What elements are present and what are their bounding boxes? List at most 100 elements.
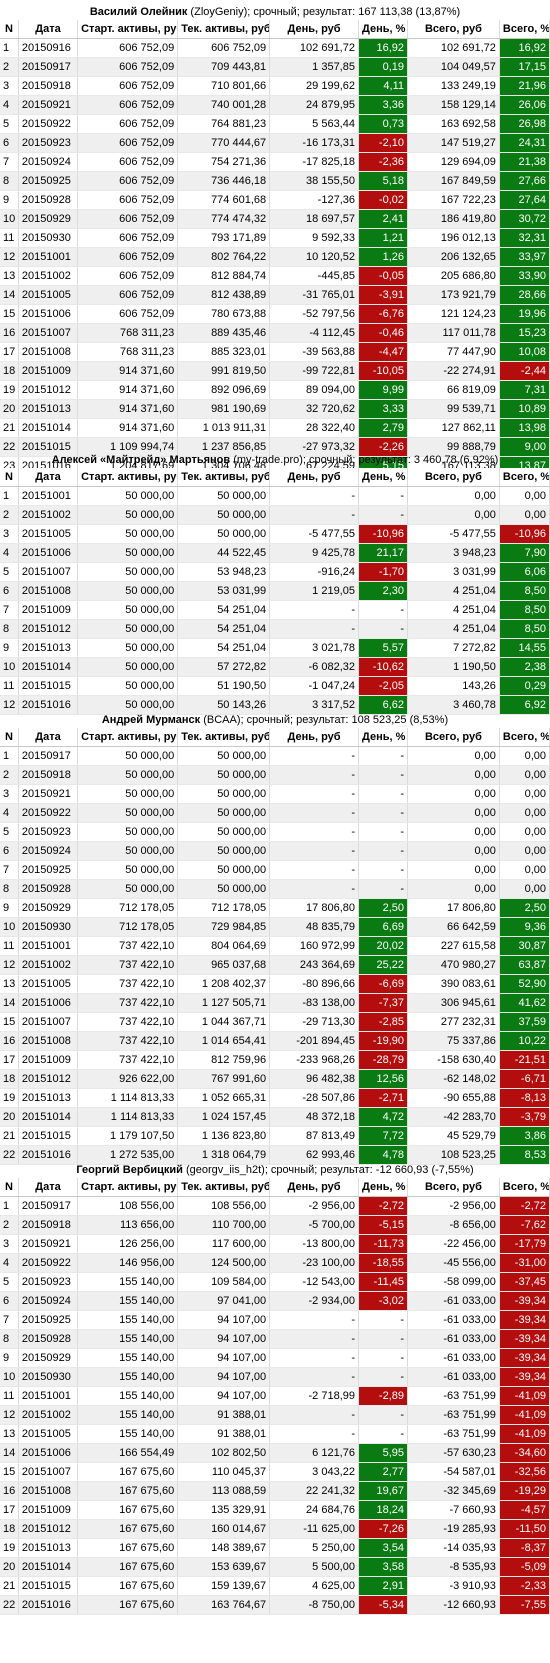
start-assets-cell: 113 656,00 [77, 1215, 179, 1235]
day-rub-cell: 4 625,00 [269, 1576, 359, 1596]
row-number: 14 [0, 1443, 19, 1463]
day-pct-cell: - [358, 619, 409, 639]
total-rub-cell: -42 283,70 [407, 1107, 500, 1127]
total-pct-cell: -31,00 [499, 1253, 550, 1273]
total-rub-cell: 102 691,72 [407, 38, 500, 58]
section-title: Андрей Мурманск (BCAA); срочный; результ… [0, 712, 550, 728]
day-pct-cell: -2,72 [358, 1196, 409, 1216]
row-number: 16 [0, 323, 19, 343]
date-cell: 20151012 [18, 619, 79, 639]
day-rub-cell: 9 592,33 [269, 228, 359, 248]
start-assets-cell: 50 000,00 [77, 803, 179, 823]
row-number: 10 [0, 1367, 19, 1387]
day-rub-cell: -8 750,00 [269, 1595, 359, 1615]
start-assets-cell: 155 140,00 [77, 1348, 179, 1368]
column-header: День, руб [269, 468, 359, 487]
day-rub-cell: -17 825,18 [269, 152, 359, 172]
current-assets-cell: 965 037,68 [177, 955, 271, 975]
row-number: 1 [0, 746, 19, 766]
day-pct-cell: -5,15 [358, 1215, 409, 1235]
table-row: 13 20151005 737 422,10 1 208 402,37 -80 896,… [0, 974, 550, 994]
day-rub-cell: 5 500,00 [269, 1557, 359, 1577]
date-cell: 20150921 [18, 95, 79, 115]
row-number: 2 [0, 57, 19, 77]
day-pct-cell: 7,72 [358, 1126, 409, 1146]
start-assets-cell: 606 752,09 [77, 95, 179, 115]
total-rub-cell: -63 751,99 [407, 1405, 500, 1425]
current-assets-cell: 885 323,01 [177, 342, 271, 362]
row-number: 20 [0, 399, 19, 419]
day-rub-cell: 28 322,40 [269, 418, 359, 438]
trader-section: Георгий Вербицкий (georgv_iis_h2t); сроч… [0, 1162, 550, 1615]
total-pct-cell: -10,96 [499, 524, 550, 544]
row-number: 2 [0, 765, 19, 785]
row-number: 13 [0, 974, 19, 994]
table-row: 17 20151009 737 422,10 812 759,96 -233 968,2… [0, 1050, 550, 1070]
current-assets-cell: 53 031,99 [177, 581, 271, 601]
trader-section: Андрей Мурманск (BCAA); срочный; результ… [0, 712, 550, 1165]
day-pct-cell: 4,72 [358, 1107, 409, 1127]
current-assets-cell: 94 107,00 [177, 1367, 271, 1387]
table-row: 7 20151009 50 000,00 54 251,04- -4 251,04 8,5… [0, 600, 550, 620]
day-pct-cell: - [358, 600, 409, 620]
table-row: 13 20151002 606 752,09 812 884,74 -445,85 -0,… [0, 266, 550, 286]
total-pct-cell: 32,31 [499, 228, 550, 248]
total-pct-cell: -39,34 [499, 1329, 550, 1349]
day-pct-cell: - [358, 784, 409, 804]
row-number: 11 [0, 676, 19, 696]
total-rub-cell: -2 956,00 [407, 1196, 500, 1216]
total-pct-cell: 0,00 [499, 784, 550, 804]
section-summary: (georgv_iis_h2t); срочный; результат: -1… [182, 1164, 474, 1176]
day-pct-cell: 2,50 [358, 898, 409, 918]
column-header: Старт. активы, руб [77, 728, 179, 747]
table-row: 5 20151007 50 000,00 53 948,23 -916,24 -1,70 3… [0, 562, 550, 582]
total-pct-cell: 17,15 [499, 57, 550, 77]
total-rub-cell: -62 148,02 [407, 1069, 500, 1089]
start-assets-cell: 737 422,10 [77, 974, 179, 994]
row-number: 16 [0, 1031, 19, 1051]
row-number: 8 [0, 879, 19, 899]
total-rub-cell: 0,00 [407, 860, 500, 880]
current-assets-cell: 54 251,04 [177, 600, 271, 620]
total-rub-cell: 0,00 [407, 841, 500, 861]
total-pct-cell: 8,50 [499, 581, 550, 601]
date-cell: 20151013 [18, 1538, 79, 1558]
total-pct-cell: 14,55 [499, 638, 550, 658]
day-rub-cell: 9 425,78 [269, 543, 359, 563]
day-pct-cell: -0,05 [358, 266, 409, 286]
start-assets-cell: 768 311,23 [77, 342, 179, 362]
total-pct-cell: -34,60 [499, 1443, 550, 1463]
day-rub-cell: -2 718,99 [269, 1386, 359, 1406]
date-cell: 20150930 [18, 228, 79, 248]
day-rub-cell: - [269, 1329, 359, 1349]
total-rub-cell: -22 274,91 [407, 361, 500, 381]
day-pct-cell: - [358, 860, 409, 880]
current-assets-cell: 159 139,67 [177, 1576, 271, 1596]
total-pct-cell: 21,38 [499, 152, 550, 172]
current-assets-cell: 606 752,09 [177, 38, 271, 58]
day-rub-cell: - [269, 600, 359, 620]
table-row: 19 20151013 1 114 813,33 1 052 665,31 -28 50… [0, 1088, 550, 1108]
table-row: 20 20151014 1 114 813,33 1 024 157,45 48 372… [0, 1107, 550, 1127]
total-pct-cell: -41,09 [499, 1424, 550, 1444]
total-rub-cell: 196 012,13 [407, 228, 500, 248]
day-rub-cell: - [269, 505, 359, 525]
day-pct-cell: 3,54 [358, 1538, 409, 1558]
date-cell: 20151002 [18, 955, 79, 975]
day-pct-cell: -28,79 [358, 1050, 409, 1070]
day-rub-cell: -5 477,55 [269, 524, 359, 544]
day-rub-cell: - [269, 746, 359, 766]
row-number: 5 [0, 562, 19, 582]
day-pct-cell: - [358, 1348, 409, 1368]
day-rub-cell: - [269, 879, 359, 899]
table-row: 6 20150923 606 752,09 770 444,67 -16 173,31-… [0, 133, 550, 153]
total-pct-cell: 27,64 [499, 190, 550, 210]
date-cell: 20150921 [18, 784, 79, 804]
current-assets-cell: 802 764,22 [177, 247, 271, 267]
column-header: Всего, руб [407, 468, 500, 487]
total-pct-cell: 16,92 [499, 38, 550, 58]
row-number: 17 [0, 342, 19, 362]
total-rub-cell: 158 129,14 [407, 95, 500, 115]
table-row: 2 20151002 50 000,00 50 000,00- -0,00 0,00 [0, 505, 550, 525]
total-pct-cell: -8,37 [499, 1538, 550, 1558]
